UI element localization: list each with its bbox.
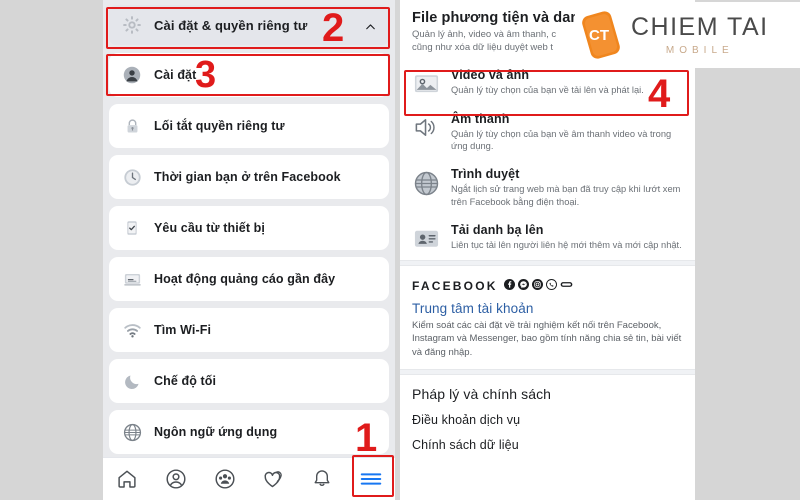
sidebar-item-hoat-dong-quang-cao[interactable]: Hoạt động quảng cáo gần đây	[109, 257, 389, 301]
facebook-icon	[503, 277, 515, 295]
sidebar-item-label: Chế độ tối	[154, 374, 217, 388]
sidebar-item-thoi-gian-tren-facebook[interactable]: Thời gian bạn ở trên Facebook	[109, 155, 389, 199]
screenshot-root: Cài đặt & quyền riêng tư Cài đặt Lối tắt…	[0, 0, 800, 500]
sidebar-item-che-do-toi[interactable]: Chế độ tối	[109, 359, 389, 403]
dating-hearts-icon[interactable]	[257, 465, 289, 493]
sidebar-item-loi-tat-quyen-rieng-tu[interactable]: Lối tắt quyền riêng tư	[109, 104, 389, 148]
instagram-icon	[531, 277, 543, 295]
row-title: Tải danh bạ lên	[451, 222, 544, 237]
profile-icon[interactable]	[160, 465, 192, 493]
portal-icon	[560, 277, 573, 295]
device-icon	[121, 217, 143, 239]
legal-heading: Pháp lý và chính sách	[412, 386, 552, 403]
row-trinh-duyet[interactable]: Trình duyệt Ngắt lịch sử trang web mà bạ…	[400, 160, 695, 216]
sidebar-item-label: Tìm Wi-Fi	[154, 323, 212, 337]
row-desc: Liên tục tải lên người liên hệ mới thêm …	[451, 239, 682, 250]
sidebar-item-label: Yêu cầu từ thiết bị	[154, 221, 265, 235]
left-phone-panel: Cài đặt & quyền riêng tư Cài đặt Lối tắt…	[103, 0, 395, 500]
photo-icon	[412, 70, 440, 98]
annotation-step2: 2	[322, 6, 345, 50]
logo-wordmark: CHIEM TAI MOBILE	[631, 12, 769, 56]
settings-menu-list: Cài đặt & quyền riêng tư Cài đặt Lối tắt…	[103, 0, 395, 454]
legal-section: Pháp lý và chính sách Điều khoản dịch vụ…	[400, 375, 695, 452]
whatsapp-icon	[545, 277, 557, 295]
legal-item-data-policy[interactable]: Chính sách dữ liệu	[412, 438, 683, 452]
home-icon[interactable]	[111, 465, 143, 493]
bottom-navigation-bar	[103, 457, 395, 500]
sidebar-item-label: Hoạt động quảng cáo gần đây	[154, 272, 336, 286]
wifi-icon	[121, 319, 143, 341]
row-desc: Quản lý tùy chọn của bạn về âm thanh vid…	[451, 128, 672, 152]
clock-icon	[121, 166, 143, 188]
logo-main-text: CHIEM TAI	[631, 12, 769, 41]
ct-logo-mark-icon: CT	[579, 9, 623, 61]
row-body: Trình duyệt Ngắt lịch sử trang web mà bạ…	[451, 167, 683, 209]
account-center-block[interactable]: Trung tâm tài khoản Kiểm soát các cài đặ…	[400, 299, 695, 369]
sidebar-item-cai-dat[interactable]: Cài đặt	[109, 53, 389, 97]
sidebar-item-yeu-cau-tu-thiet-bi[interactable]: Yêu cầu từ thiết bị	[109, 206, 389, 250]
logo-sub-text: MOBILE	[665, 44, 734, 56]
account-center-desc: Kiểm soát các cài đặt về trải nghiệm kết…	[412, 319, 682, 358]
row-tai-danh-ba-len[interactable]: Tải danh bạ lên Liên tục tải lên người l…	[400, 216, 695, 260]
sidebar-item-ngon-ngu-ung-dung[interactable]: Ngôn ngữ ứng dụng	[109, 410, 389, 454]
ct-mark-text: CT	[589, 27, 609, 44]
chiemtai-watermark-logo: CT CHIEM TAI MOBILE	[575, 2, 800, 68]
social-icons-group	[503, 277, 573, 295]
facebook-wordmark: FACEBOOK	[412, 278, 498, 293]
row-body: Tải danh bạ lên Liên tục tải lên người l…	[451, 223, 683, 252]
sidebar-item-label: Thời gian bạn ở trên Facebook	[154, 170, 341, 184]
sidebar-item-tim-wifi[interactable]: Tìm Wi-Fi	[109, 308, 389, 352]
lock-icon	[121, 115, 143, 137]
settings-privacy-header-label: Cài đặt & quyền riêng tư	[154, 17, 308, 33]
legal-item-terms[interactable]: Điều khoản dịch vụ	[412, 413, 683, 427]
globe-icon	[121, 421, 143, 443]
gear-icon	[121, 14, 143, 36]
contact-card-icon	[412, 225, 440, 253]
facebook-brand-row: FACEBOOK	[400, 266, 695, 299]
groups-icon[interactable]	[209, 465, 241, 493]
row-body: Âm thanh Quản lý tùy chọn của bạn về âm …	[451, 112, 683, 154]
row-title: Trình duyệt	[451, 167, 520, 182]
person-circle-icon	[121, 64, 143, 86]
messenger-icon	[517, 277, 529, 295]
sidebar-item-label: Ngôn ngữ ứng dụng	[154, 425, 278, 439]
ad-activity-icon	[121, 268, 143, 290]
account-center-title[interactable]: Trung tâm tài khoản	[412, 301, 683, 316]
sidebar-item-label: Lối tắt quyền riêng tư	[154, 119, 285, 133]
annotation-step4: 4	[648, 72, 671, 116]
speaker-icon	[412, 114, 440, 142]
hamburger-menu-icon[interactable]	[355, 465, 387, 493]
annotation-step3: 3	[195, 54, 217, 96]
bell-icon[interactable]	[306, 465, 338, 493]
moon-icon	[121, 370, 143, 392]
settings-privacy-header[interactable]: Cài đặt & quyền riêng tư	[109, 5, 389, 45]
chevron-up-icon[interactable]	[365, 20, 376, 31]
annotation-step1: 1	[355, 416, 378, 460]
sidebar-item-label: Cài đặt	[154, 68, 197, 82]
browser-globe-icon	[412, 169, 440, 197]
row-desc: Ngắt lịch sử trang web mà bạn đã truy cậ…	[451, 184, 681, 208]
